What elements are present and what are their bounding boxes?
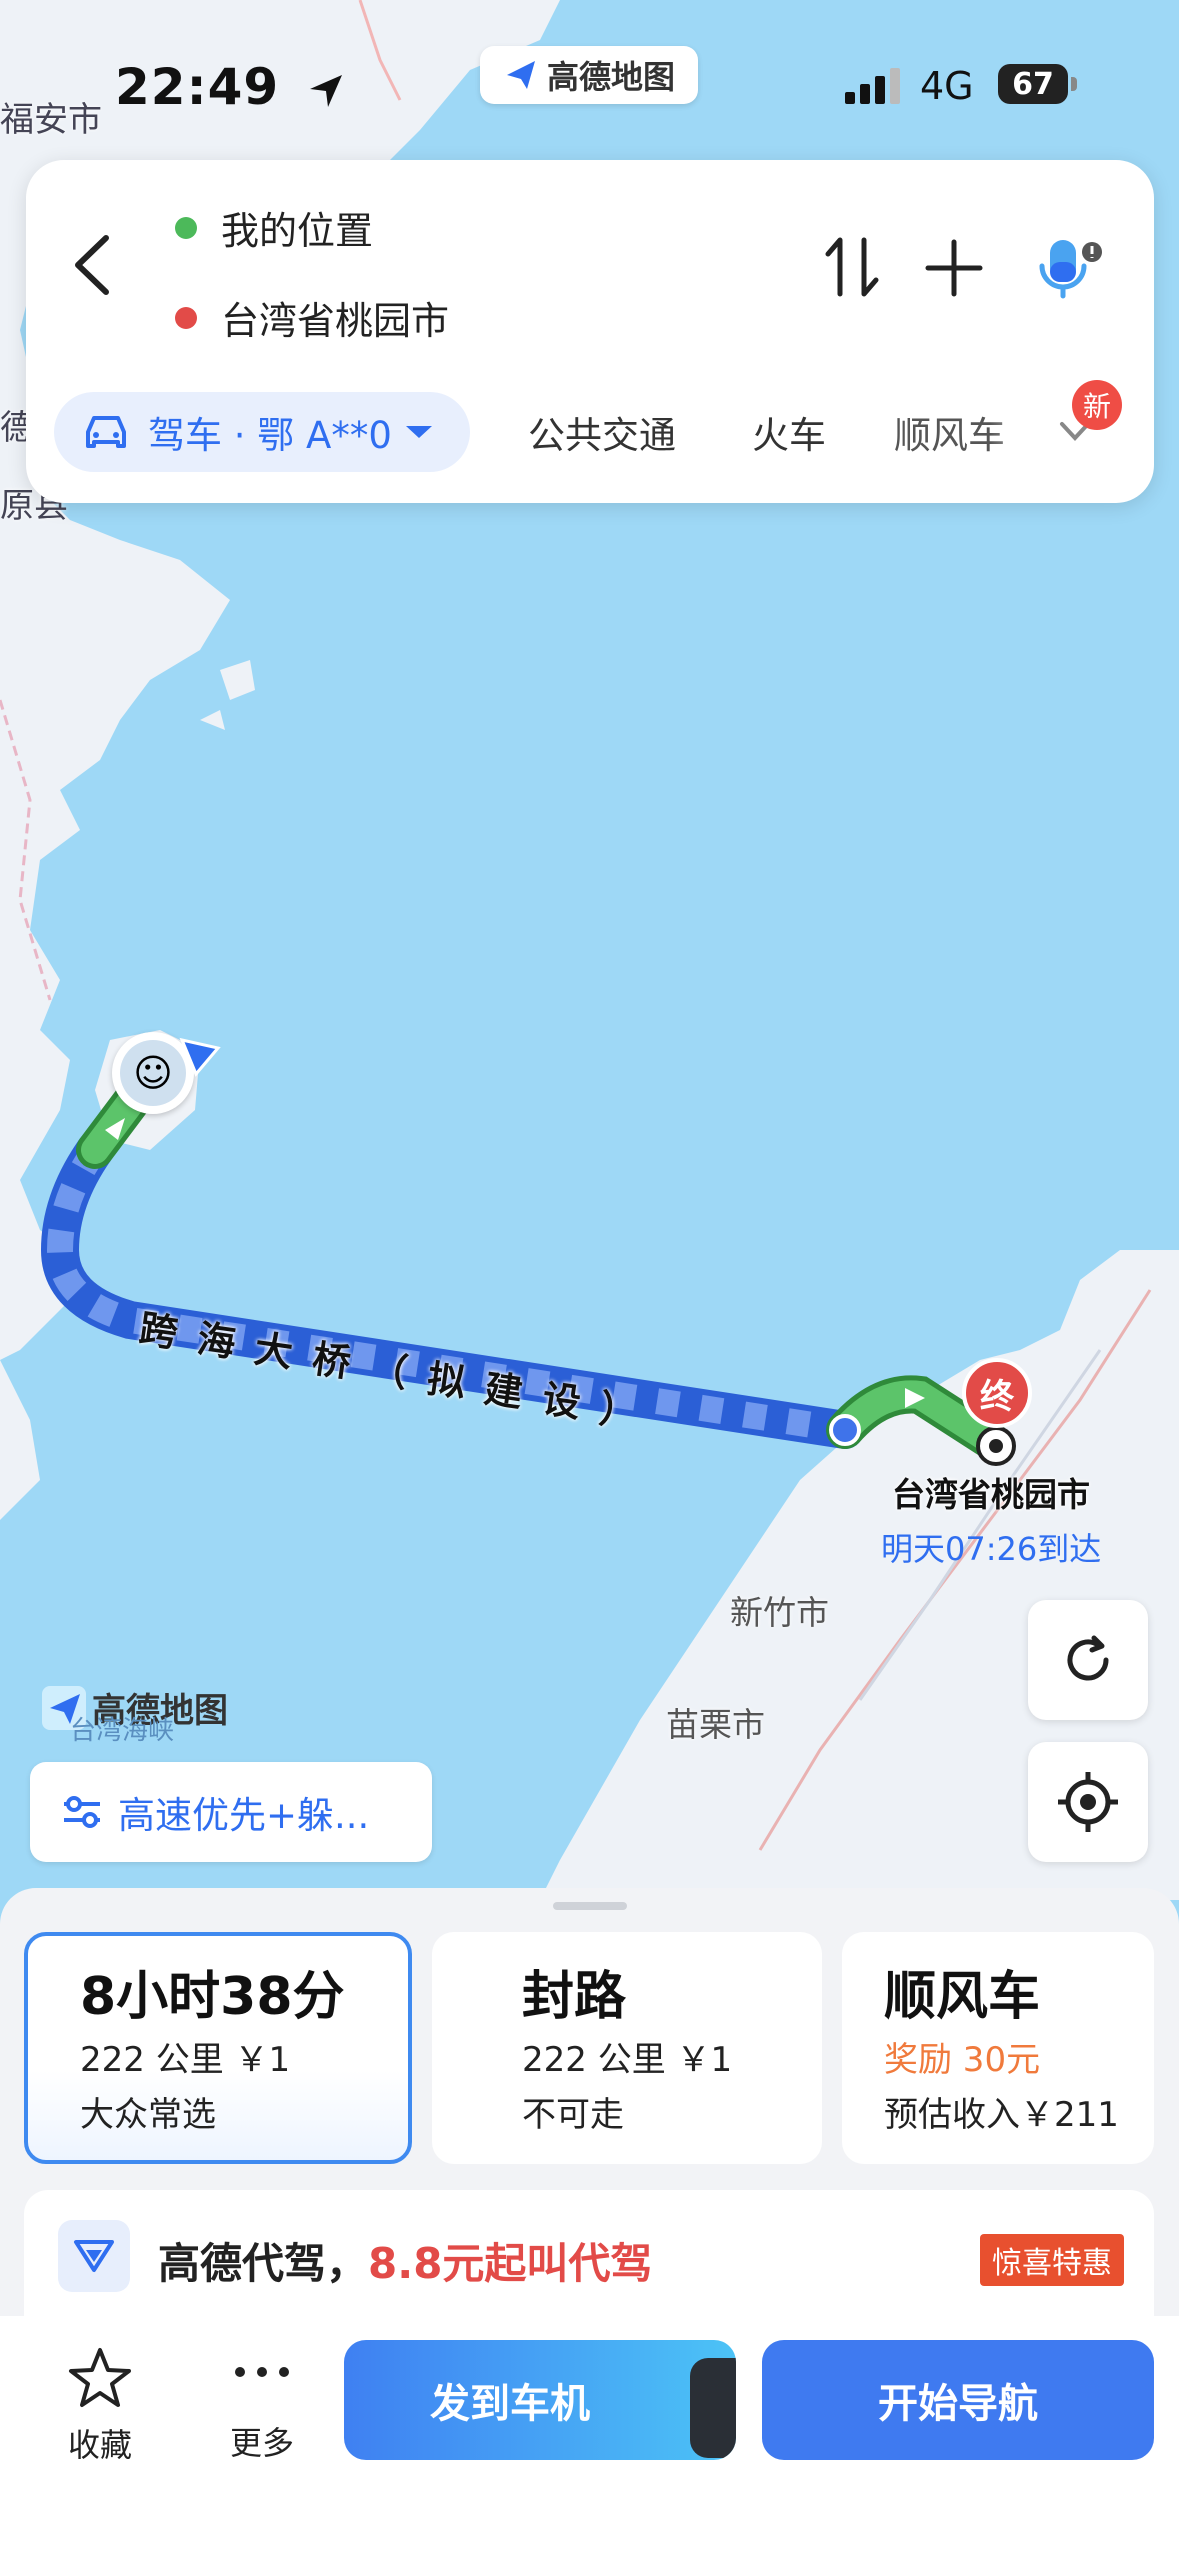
promo-highlight: 8.8元起叫代驾 [368, 2239, 653, 2288]
city-label-hsinchu: 新竹市 [730, 1593, 829, 1632]
avatar: ☺ [120, 1040, 186, 1106]
route-label-char: 桥 [309, 1336, 353, 1386]
route-label-char: ） [596, 1386, 641, 1436]
destination-row[interactable]: 台湾省桃园市 [175, 290, 449, 345]
sheet-grab-handle[interactable] [553, 1902, 627, 1910]
car-icon [86, 416, 126, 448]
drive-mode-label: 驾车 · 鄂 A**0 [148, 414, 392, 457]
refresh-button[interactable] [1028, 1600, 1148, 1720]
tab-fade [990, 395, 1050, 465]
destination-text: 台湾省桃园市 [221, 299, 450, 343]
route-option-1[interactable]: 8小时38分 222 公里 ￥1 大众常选 [24, 1932, 412, 2164]
voice-mic-icon[interactable] [1036, 234, 1106, 304]
network-type: 4G [920, 64, 974, 108]
route-option-title: 封路 [522, 1967, 627, 2027]
driver-service-icon [58, 2220, 130, 2292]
send-to-car-button[interactable]: 发到车机 [344, 2340, 736, 2460]
city-label-miaoli: 苗栗市 [666, 1705, 765, 1744]
route-option-2[interactable]: 封路 222 公里 ￥1 不可走 [432, 1932, 822, 2164]
location-arrow-icon [309, 74, 342, 107]
route-label-char: （ [366, 1346, 411, 1396]
amap-logo-icon [506, 61, 535, 89]
new-badge: 新 [1072, 380, 1122, 430]
favorite-label[interactable]: 收藏 [60, 2420, 140, 2466]
destination-dot-icon [175, 306, 197, 329]
heading-arrow-icon [179, 1037, 221, 1077]
route-label-char: 跨 [136, 1306, 181, 1356]
destination-name: 台湾省桃园市 [892, 1475, 1090, 1514]
refresh-icon [1067, 1635, 1109, 1681]
locate-button[interactable] [1028, 1742, 1148, 1862]
eta-text: 明天07:26到达 [881, 1530, 1102, 1568]
add-waypoint-icon[interactable] [924, 238, 984, 298]
route-option-tag: 不可走 [522, 2095, 624, 2135]
route-label-char: 设 [539, 1376, 583, 1426]
route-option-distance: 222 公里 ￥1 [522, 2040, 733, 2080]
tab-train[interactable]: 火车 [752, 405, 826, 459]
more-icon[interactable] [232, 2362, 292, 2382]
send-to-car-label: 发到车机 [430, 2381, 590, 2427]
app-badge[interactable]: 高德地图 [480, 46, 698, 104]
swap-icon[interactable] [822, 232, 882, 302]
time-text: 22:49 [115, 58, 280, 116]
star-icon[interactable] [68, 2346, 132, 2410]
more-label[interactable]: 更多 [222, 2418, 302, 2464]
start-navigation-button[interactable]: 开始导航 [762, 2340, 1154, 2460]
status-time: 22:49 [115, 58, 346, 116]
origin-dot-icon [175, 216, 197, 239]
battery-indicator: 67 [998, 64, 1077, 104]
chevron-down-icon [405, 426, 432, 438]
locate-icon [1058, 1772, 1118, 1832]
tab-public-transit[interactable]: 公共交通 [528, 405, 676, 459]
promo-text: 高德代驾，8.8元起叫代驾 [158, 2230, 652, 2291]
route-label-char: 建 [481, 1366, 526, 1416]
signal-icon [845, 68, 900, 104]
promo-brand: 高德代驾， [158, 2239, 369, 2288]
app-badge-label: 高德地图 [546, 58, 675, 96]
route-label-char: 大 [251, 1326, 296, 1376]
start-navigation-label: 开始导航 [878, 2381, 1038, 2427]
settings-sliders-icon [64, 1796, 100, 1828]
route-option-title: 顺风车 [884, 1967, 1041, 2027]
route-label-char: 海 [194, 1316, 238, 1366]
route-option-income: 预估收入￥211 [884, 2095, 1119, 2135]
drive-mode-selector[interactable]: 驾车 · 鄂 A**0 [54, 392, 470, 472]
status-bar: 22:49 高德地图 4G 67 [0, 0, 1179, 160]
car-device-icon [690, 2358, 736, 2458]
destination-marker[interactable]: 终 [962, 1358, 1032, 1428]
route-label-char: 拟 [424, 1356, 468, 1406]
driver-service-promo[interactable]: 高德代驾，8.8元起叫代驾 惊喜特惠 [24, 2190, 1154, 2330]
route-option-tag: 大众常选 [80, 2095, 216, 2135]
origin-row[interactable]: 我的位置 [175, 200, 373, 255]
promo-tag: 惊喜特惠 [980, 2234, 1124, 2286]
strait-label: 台湾海峡 [70, 1716, 175, 1746]
route-option-title: 8小时38分 [80, 1967, 345, 2027]
route-option-distance: 222 公里 ￥1 [80, 2040, 291, 2080]
origin-text: 我的位置 [221, 209, 374, 253]
back-icon[interactable] [62, 230, 122, 300]
route-preference-label: 高速优先+躲... [118, 1794, 370, 1837]
tab-carpool[interactable]: 顺风车 [894, 405, 1005, 459]
route-option-reward: 奖励 30元 [884, 2040, 1041, 2080]
route-option-3[interactable]: 顺风车 奖励 30元 预估收入￥211 [842, 1932, 1154, 2164]
route-preference-button[interactable]: 高速优先+躲... [30, 1762, 432, 1862]
